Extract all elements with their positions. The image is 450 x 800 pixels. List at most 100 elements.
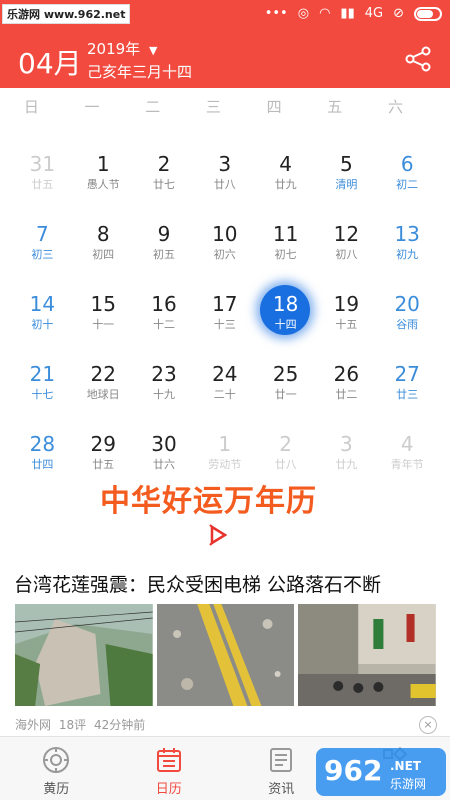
weekday-label: 四	[266, 98, 282, 116]
calendar-day[interactable]: 9 初五	[134, 210, 195, 280]
day-number: 15	[90, 292, 116, 316]
lunar-day: 十五	[335, 318, 358, 331]
day-number: 23	[151, 362, 177, 386]
day-number: 16	[151, 292, 177, 316]
lunar-day: 十九	[152, 388, 175, 401]
calendar-day[interactable]: 1 愚人节	[73, 140, 134, 210]
news-headline[interactable]: 台湾花莲强震：民众受困电梯 公路落石不断	[14, 570, 381, 597]
lunar-day: 初九	[396, 248, 419, 261]
tab-almanac[interactable]: 黄历	[0, 737, 113, 800]
news-source: 海外网	[15, 718, 52, 732]
lunar-day: 初六	[213, 248, 236, 261]
landslide-photo	[15, 604, 153, 706]
lunar-day: 初五	[152, 248, 175, 261]
lunar-day: 初八	[335, 248, 358, 261]
lunar-day: 地球日	[86, 388, 120, 401]
calendar-day[interactable]: 17 十三	[194, 280, 255, 350]
battery-icon	[414, 6, 442, 21]
month-title[interactable]: 04月	[18, 42, 82, 82]
calendar-day[interactable]: 12 初八	[316, 210, 377, 280]
calendar-day[interactable]: 13 初九	[377, 210, 438, 280]
calendar-day[interactable]: 21 十七	[12, 350, 73, 420]
year-selector[interactable]: 2019年 ▼	[87, 38, 157, 59]
962-logo: 962 .NET 乐游网	[316, 748, 446, 796]
street-crowd-photo	[298, 604, 437, 706]
lunar-day: 十三	[213, 318, 236, 331]
calendar-day[interactable]: 2 廿七	[134, 140, 195, 210]
calendar-day[interactable]: 20 谷雨	[377, 280, 438, 350]
silent-icon: ⊘	[393, 6, 404, 21]
close-news-button[interactable]: ×	[419, 716, 437, 734]
weekday-label: 日	[23, 98, 39, 116]
news-meta: 海外网 18评 42分钟前	[15, 716, 145, 733]
lunar-day: 愚人节	[86, 178, 120, 191]
more-dots-icon: •••	[264, 6, 288, 21]
alarm-icon: ◎	[297, 6, 310, 21]
day-number: 4	[400, 432, 414, 456]
day-number: 2	[279, 432, 292, 456]
calendar-day[interactable]: 15 十一	[73, 280, 134, 350]
calendar-day[interactable]: 16 十二	[134, 280, 195, 350]
weekday-header: 日一二三四五六	[0, 96, 450, 117]
weekday-label: 二	[145, 98, 161, 116]
news-comments: 18评	[58, 718, 87, 732]
calendar-day[interactable]: 27 廿三	[377, 350, 438, 420]
brand-banner: 中华好运万年历	[0, 470, 450, 560]
day-number: 1	[218, 432, 232, 456]
share-icon[interactable]	[404, 46, 432, 72]
lunar-day: 廿一	[274, 388, 297, 401]
calendar-day[interactable]: 7 初三	[12, 210, 73, 280]
calendar-day[interactable]: 26 廿二	[316, 350, 377, 420]
day-number: 9	[157, 222, 171, 246]
tab-label: 资讯	[268, 782, 295, 797]
calendar-day[interactable]: 23 十九	[134, 350, 195, 420]
calendar-day[interactable]: 22 地球日	[73, 350, 134, 420]
day-number: 8	[96, 222, 110, 246]
day-number: 10	[212, 222, 238, 246]
day-number: 4	[279, 152, 292, 176]
svg-text:乐游网: 乐游网	[390, 777, 426, 791]
calendar-day[interactable]: 4 廿九	[255, 140, 316, 210]
day-number: 25	[272, 362, 299, 386]
day-number: 24	[212, 362, 238, 386]
calendar-day[interactable]: 11 初七	[255, 210, 316, 280]
day-number: 29	[90, 432, 116, 456]
day-number: 5	[340, 152, 353, 176]
calendar-day[interactable]: 19 十五	[316, 280, 377, 350]
calendar-day[interactable]: 24 二十	[194, 350, 255, 420]
calendar-day[interactable]: 14 初十	[12, 280, 73, 350]
news-time: 42分钟前	[93, 718, 146, 732]
calendar-day[interactable]: 31 廿五	[12, 140, 73, 210]
lunar-day: 廿八	[213, 178, 236, 191]
lunar-day: 二十	[213, 388, 236, 401]
calendar-day[interactable]: 10 初六	[194, 210, 255, 280]
lunar-day: 初四	[92, 248, 115, 261]
day-number: 12	[333, 222, 360, 246]
play-icon[interactable]	[208, 524, 228, 546]
calendar-grid: 31 廿五 1 愚人节 2 廿七 3 廿八 4 廿九 5 清明 6 初二 7 初三 8 初四 9 初五 10 初六 11 初七…	[12, 140, 438, 490]
lunar-day: 初二	[396, 178, 419, 191]
calendar-day[interactable]: 6 初二	[377, 140, 438, 210]
calendar-day-selected[interactable]: 18 十四	[255, 280, 316, 350]
day-number: 20	[394, 292, 420, 316]
day-number: 19	[333, 292, 360, 316]
calendar-day[interactable]: 8 初四	[73, 210, 134, 280]
calendar-day[interactable]: 5 清明	[316, 140, 377, 210]
weekday-label: 一	[84, 98, 100, 116]
day-number: 6	[400, 152, 414, 176]
calendar-day[interactable]: 3 廿八	[194, 140, 255, 210]
lunar-day: 清明	[335, 178, 358, 191]
day-number: 7	[36, 222, 49, 246]
calendar-day[interactable]: 25 廿一	[255, 350, 316, 420]
tab-calendar[interactable]: 日历	[113, 737, 226, 800]
lunar-day: 十四	[274, 318, 297, 331]
svg-text:.NET: .NET	[390, 759, 422, 773]
wifi-icon: ◠	[319, 6, 331, 21]
lunar-day: 初三	[31, 248, 54, 261]
year-label: 2019年	[87, 40, 141, 58]
news-images[interactable]	[15, 604, 437, 706]
header: 04月 2019年 ▼ 己亥年三月十四	[0, 30, 450, 88]
banner-text: 中华好运万年历	[100, 484, 317, 519]
lunar-day: 初七	[274, 248, 297, 261]
lunar-day: 十一	[92, 318, 115, 331]
